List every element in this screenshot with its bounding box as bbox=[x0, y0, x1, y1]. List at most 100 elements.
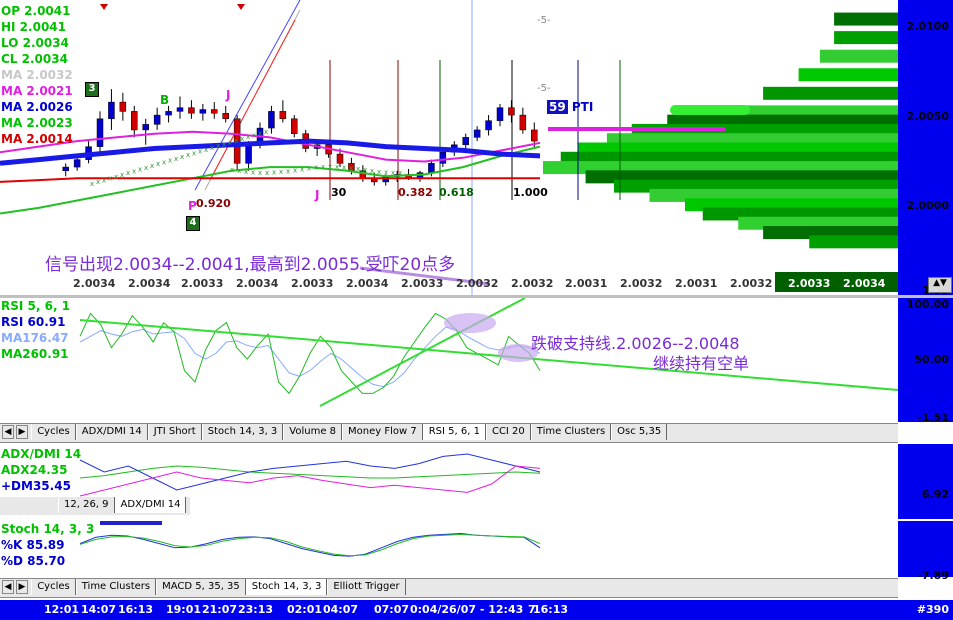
x-tick-label: 2.0034 bbox=[236, 277, 279, 290]
signal-marker: x bbox=[251, 169, 255, 177]
volume-profile-bar bbox=[819, 49, 898, 63]
signal-marker: x bbox=[252, 131, 256, 139]
marker-4[interactable]: 4 bbox=[186, 216, 200, 231]
indicator-tab[interactable]: Stoch 14, 3, 3 bbox=[201, 424, 284, 440]
indicator-tab[interactable]: Volume 8 bbox=[283, 424, 343, 440]
candle-body bbox=[245, 144, 252, 164]
indicator-tab[interactable]: Cycles bbox=[31, 579, 76, 595]
signal-marker: x bbox=[398, 169, 402, 177]
indicator-tab[interactable]: ADX/DMI 14 bbox=[114, 497, 187, 513]
candle-body bbox=[73, 159, 81, 168]
fibo-label-0618: 0.618 bbox=[439, 186, 474, 199]
candle-body bbox=[291, 118, 298, 134]
indicator-tab[interactable]: MACD 5, 35, 35 bbox=[156, 579, 246, 595]
stoch-series-line bbox=[79, 532, 541, 557]
indicator-tab[interactable]: Cycles bbox=[31, 424, 76, 440]
signal-marker: x bbox=[228, 139, 232, 147]
indicator-tab[interactable]: Time Clusters bbox=[530, 424, 612, 440]
candle-body bbox=[508, 107, 515, 116]
candle-body bbox=[531, 129, 538, 142]
pti-badge[interactable]: 59 PTI bbox=[547, 100, 593, 114]
tab-scroll-left-icon[interactable]: ◀ bbox=[2, 425, 14, 439]
signal-marker: x bbox=[198, 148, 202, 156]
indicator-readout: %D 85.70 bbox=[1, 554, 66, 568]
tab-scroll-right-icon[interactable]: ▶ bbox=[16, 425, 28, 439]
adx-series-line bbox=[79, 453, 541, 491]
indicator-tab[interactable]: Elliott Trigger bbox=[327, 579, 406, 595]
indicator-readout: CL 2.0034 bbox=[1, 52, 68, 66]
signal-marker: x bbox=[96, 178, 100, 186]
candle-body bbox=[131, 111, 138, 131]
pti-label: PTI bbox=[571, 100, 594, 114]
stoch-axis-label: -7.89 bbox=[917, 569, 949, 582]
x-tick-label: 2.0033 bbox=[788, 277, 831, 290]
signal-marker: x bbox=[356, 165, 360, 173]
marker-j[interactable]: J bbox=[226, 88, 230, 102]
trend-line bbox=[79, 319, 898, 391]
time-label: 14:07 bbox=[81, 603, 117, 616]
indicator-tab[interactable]: CCI 20 bbox=[485, 424, 531, 440]
indicator-tab[interactable]: JTI Short bbox=[147, 424, 202, 440]
marker-3[interactable]: 3 bbox=[85, 82, 99, 97]
volume-profile-bar bbox=[834, 12, 898, 26]
fibo-label-0382: 0.382 bbox=[398, 186, 433, 199]
ma-line-red bbox=[0, 177, 540, 183]
marker-b[interactable]: B bbox=[160, 93, 169, 107]
time-axis: 12:01 14:07 16:13 19:01 21:07 23:13 02:01 04:07… bbox=[0, 600, 898, 620]
indicator-readout: %K 85.89 bbox=[1, 538, 65, 552]
indicator-readout: +DM35.45 bbox=[1, 479, 71, 493]
indicator-tabs-3: ◀ ▶ Cycles Time Clusters MACD 5, 35, 35 Stoc… bbox=[0, 578, 898, 598]
indicator-tab[interactable]: 12, 26, 9 bbox=[58, 497, 115, 513]
x-tick-label: 2.0034 bbox=[346, 277, 389, 290]
candle-body bbox=[165, 111, 172, 116]
indicator-tab[interactable]: RSI 5, 6, 1 bbox=[422, 424, 486, 440]
price-axis-label: 2.0050 bbox=[906, 110, 949, 123]
volume-profile-bar bbox=[763, 86, 898, 100]
candle-body bbox=[485, 120, 492, 131]
signal-marker: x bbox=[168, 157, 172, 165]
fibo-label-30: 30 bbox=[331, 186, 347, 199]
down-arrow-icon bbox=[237, 4, 245, 10]
bar-count-label: #390 bbox=[916, 603, 949, 616]
indicator-readout: LO 2.0034 bbox=[1, 36, 69, 50]
signal-marker: x bbox=[342, 164, 346, 172]
candle-body bbox=[119, 101, 127, 112]
signal-marker: x bbox=[349, 164, 353, 172]
signal-marker: x bbox=[192, 149, 196, 157]
indicator-tab[interactable]: Osc 5,35 bbox=[611, 424, 668, 440]
indicator-tab[interactable]: ADX/DMI 14 bbox=[75, 424, 148, 440]
signal-marker: x bbox=[328, 163, 332, 171]
indicator-readout: MA260.91 bbox=[1, 347, 69, 361]
signal-marker: x bbox=[258, 169, 262, 177]
indicator-tab[interactable]: Money Flow 7 bbox=[342, 424, 423, 440]
signal-marker: x bbox=[244, 168, 248, 176]
time-label: 19:01 bbox=[166, 603, 202, 616]
indicator-tab[interactable]: Stoch 14, 3, 3 bbox=[245, 579, 328, 595]
x-tick-label: 2.0034 bbox=[843, 277, 886, 290]
time-label: 0:04/26/07 - 12:43 bbox=[410, 603, 524, 616]
indicator-tab[interactable]: Time Clusters bbox=[75, 579, 157, 595]
marker-j[interactable]: J bbox=[315, 188, 319, 202]
resize-handle-icon[interactable]: ▲▼ bbox=[928, 277, 952, 293]
volume-profile-pill bbox=[670, 105, 750, 115]
ma-line-blue bbox=[0, 138, 541, 166]
x-tick-label: 2.0033 bbox=[291, 277, 334, 290]
candle-body bbox=[176, 107, 184, 112]
signal-marker: x bbox=[335, 163, 339, 171]
signal-marker: x bbox=[363, 166, 367, 174]
stoch-series-line bbox=[79, 533, 541, 557]
tab-scroll-left-icon[interactable]: ◀ bbox=[2, 580, 14, 594]
volume-profile-bar bbox=[809, 235, 898, 249]
time-label: 04:07 bbox=[323, 603, 359, 616]
candle-body bbox=[279, 111, 287, 120]
indicator-readout: MA 2.0014 bbox=[1, 132, 73, 146]
signal-marker: x bbox=[138, 166, 142, 174]
x-tick-label: 2.0033 bbox=[401, 277, 444, 290]
signal-marker: x bbox=[377, 168, 381, 176]
signal-marker: x bbox=[102, 176, 106, 184]
signal-marker: x bbox=[234, 137, 238, 145]
indicator-readout: MA 2.0023 bbox=[1, 116, 73, 130]
candle-body bbox=[336, 153, 344, 164]
candle-body bbox=[462, 137, 469, 146]
tab-scroll-right-icon[interactable]: ▶ bbox=[16, 580, 28, 594]
